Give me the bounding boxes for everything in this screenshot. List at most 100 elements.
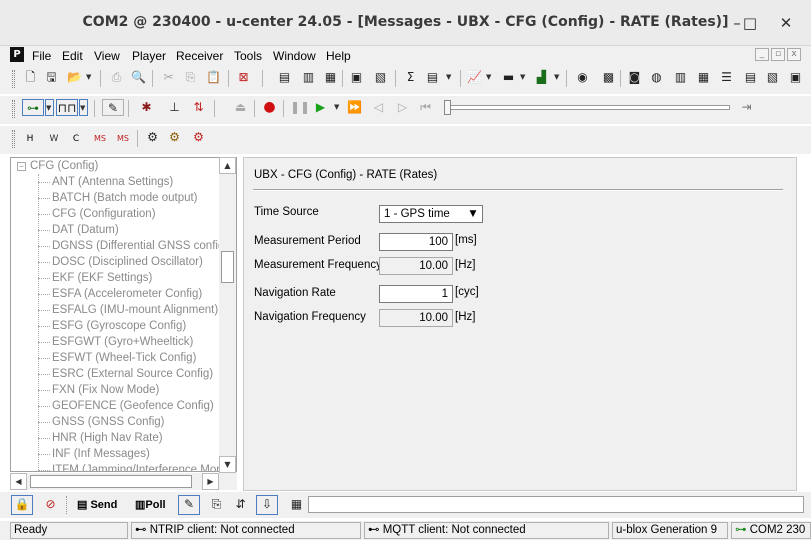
scroll-left-icon[interactable]: ◀ bbox=[10, 473, 27, 490]
toolbar-grip[interactable] bbox=[12, 100, 15, 118]
navigation-rate-input[interactable]: 1 bbox=[379, 285, 453, 303]
config-icon[interactable]: ⇅ bbox=[190, 99, 207, 116]
close-icon[interactable]: ✕ bbox=[773, 12, 799, 34]
tree-item[interactable]: DOSC (Disciplined Oscillator) bbox=[52, 254, 203, 270]
scroll-thumb[interactable] bbox=[221, 251, 234, 283]
mdi-close-icon[interactable]: x bbox=[787, 48, 801, 61]
tree-item[interactable]: FXN (Fix Now Mode) bbox=[52, 382, 159, 398]
app-icon[interactable]: P bbox=[10, 47, 24, 62]
tree-root[interactable]: − CFG (Config) bbox=[17, 158, 98, 174]
baudrate-dropdown-icon[interactable]: ▼ bbox=[79, 99, 88, 116]
tree-item[interactable]: ITFM (Jamming/Interference Moni bbox=[52, 462, 225, 471]
tree-horizontal-scrollbar[interactable]: ◀ ▶ bbox=[10, 473, 237, 490]
chart-view-icon[interactable]: 📈 bbox=[466, 69, 483, 86]
hscroll-thumb[interactable] bbox=[30, 475, 192, 488]
histogram-dropdown-icon[interactable]: ▼ bbox=[520, 69, 528, 86]
eject-icon[interactable]: ⏏ bbox=[232, 99, 249, 116]
menu-window[interactable]: Window bbox=[273, 49, 316, 63]
tree-item[interactable]: INF (Inf Messages) bbox=[52, 446, 150, 462]
deviation-dropdown-icon[interactable]: ▼ bbox=[554, 69, 562, 86]
play-dropdown-icon[interactable]: ▼ bbox=[334, 99, 342, 116]
packet-console-icon[interactable]: ▣ bbox=[348, 69, 365, 86]
gear-red-icon[interactable]: ⚙ bbox=[190, 129, 207, 146]
reset-icon[interactable]: ⊥ bbox=[166, 99, 183, 116]
pause-icon[interactable]: ❚❚ bbox=[290, 99, 310, 116]
step-back-icon[interactable]: ◁ bbox=[370, 99, 387, 116]
time-source-select[interactable]: 1 - GPS time ▼ bbox=[379, 205, 483, 223]
playback-slider-thumb[interactable] bbox=[444, 100, 451, 115]
lock-icon[interactable]: 🔒 bbox=[11, 495, 33, 515]
print-icon[interactable]: ⎙ bbox=[108, 69, 125, 86]
record-icon[interactable]: ● bbox=[261, 99, 278, 116]
height-icon[interactable]: H bbox=[20, 129, 40, 146]
measurement-period-input[interactable]: 100 bbox=[379, 233, 453, 251]
statistic-view-icon[interactable]: Σ bbox=[402, 69, 419, 86]
seek-end-icon[interactable]: ⇥ bbox=[738, 99, 755, 116]
menu-tools[interactable]: Tools bbox=[234, 49, 262, 63]
tree-item[interactable]: DAT (Datum) bbox=[52, 222, 119, 238]
message-mode-icon[interactable]: ⇩ bbox=[256, 495, 278, 515]
tree-item[interactable]: EKF (EKF Settings) bbox=[52, 270, 152, 286]
tree-item[interactable]: GEOFENCE (Geofence Config) bbox=[52, 398, 214, 414]
satellite-view-icon[interactable]: ▦ bbox=[695, 69, 712, 86]
connection-icon[interactable]: ⊶ bbox=[22, 99, 44, 116]
collapse-icon[interactable]: − bbox=[17, 162, 26, 171]
baudrate-icon[interactable]: ⊓⊓ bbox=[56, 99, 78, 116]
tree-item[interactable]: ESFWT (Wheel-Tick Config) bbox=[52, 350, 196, 366]
list-view-icon[interactable]: ☰ bbox=[718, 69, 735, 86]
save-icon[interactable]: 🖫 bbox=[43, 69, 60, 86]
histogram-icon[interactable]: ▬ bbox=[500, 69, 517, 86]
spectrum-view-icon[interactable]: ▧ bbox=[764, 69, 781, 86]
message-output-field[interactable] bbox=[308, 496, 804, 513]
signal-view-icon[interactable]: ▥ bbox=[672, 69, 689, 86]
table-view-icon[interactable]: ▤ bbox=[424, 69, 441, 86]
clear-icon[interactable]: ⊠ bbox=[235, 69, 252, 86]
deviation-map-icon[interactable]: ▟ bbox=[533, 69, 550, 86]
data-view-icon[interactable]: ▤ bbox=[742, 69, 759, 86]
tree-item[interactable]: ESFA (Accelerometer Config) bbox=[52, 286, 202, 302]
table-view-dropdown-icon[interactable]: ▼ bbox=[446, 69, 454, 86]
auto-poll-icon[interactable]: ✎ bbox=[178, 495, 200, 515]
poll-button[interactable]: ▥Poll bbox=[125, 496, 177, 514]
play-icon[interactable]: ▶ bbox=[312, 99, 329, 116]
rewind-icon[interactable]: ⏮ bbox=[417, 99, 434, 116]
tree-item[interactable]: DGNSS (Differential GNSS configur bbox=[52, 238, 235, 254]
tree-item[interactable]: GNSS (GNSS Config) bbox=[52, 414, 164, 430]
tree-item[interactable]: ESFGWT (Gyro+Wheeltick) bbox=[52, 334, 193, 350]
tree-item[interactable]: ESRC (External Source Config) bbox=[52, 366, 213, 382]
map-view-icon[interactable]: ▩ bbox=[600, 69, 617, 86]
copy-icon[interactable]: ⎘ bbox=[182, 69, 199, 86]
debug-icon[interactable]: ✱ bbox=[138, 99, 155, 116]
tree-item[interactable]: CFG (Configuration) bbox=[52, 206, 156, 222]
mdi-minimize-icon[interactable]: _ bbox=[755, 48, 769, 61]
gear-lock-icon[interactable]: ⚙ bbox=[166, 129, 183, 146]
paste-icon[interactable]: 📋 bbox=[205, 69, 222, 86]
tree-item[interactable]: ESFALG (IMU-mount Alignment) bbox=[52, 302, 218, 318]
sky-view-icon[interactable]: ◉ bbox=[574, 69, 591, 86]
tree-item[interactable]: ESFG (Gyroscope Config) bbox=[52, 318, 186, 334]
scroll-down-icon[interactable]: ▼ bbox=[219, 456, 236, 473]
ms-green-icon[interactable]: MS bbox=[113, 129, 133, 146]
send-button[interactable]: ▤ Send bbox=[66, 496, 124, 514]
tree-item[interactable]: ANT (Antenna Settings) bbox=[52, 174, 173, 190]
hex-view-icon[interactable]: ▦ bbox=[288, 496, 305, 513]
world-view-icon[interactable]: ◙ bbox=[626, 69, 643, 86]
open-dropdown-icon[interactable]: ▼ bbox=[86, 69, 94, 86]
toolbar-grip[interactable] bbox=[12, 130, 15, 148]
chevron-down-icon[interactable]: ▼ bbox=[466, 207, 480, 221]
c-icon[interactable]: C bbox=[66, 129, 86, 146]
messages-view-icon[interactable]: ▦ bbox=[322, 69, 339, 86]
menu-player[interactable]: Player bbox=[132, 49, 166, 63]
fast-forward-icon[interactable]: ⏩ bbox=[346, 99, 363, 116]
tree-vertical-scrollbar[interactable]: ▲ ▼ bbox=[219, 157, 236, 473]
docking-window-icon[interactable]: ▤ bbox=[276, 69, 293, 86]
ms-icon[interactable]: MS bbox=[90, 129, 110, 146]
menu-receiver[interactable]: Receiver bbox=[176, 49, 223, 63]
tree-item[interactable]: HNR (High Nav Rate) bbox=[52, 430, 163, 446]
connection-dropdown-icon[interactable]: ▼ bbox=[45, 99, 54, 116]
scroll-right-icon[interactable]: ▶ bbox=[202, 473, 219, 490]
menu-help[interactable]: Help bbox=[326, 49, 351, 63]
gear-icon[interactable]: ⚙ bbox=[144, 129, 161, 146]
scroll-up-icon[interactable]: ▲ bbox=[219, 157, 236, 174]
menu-file[interactable]: File bbox=[32, 49, 51, 63]
